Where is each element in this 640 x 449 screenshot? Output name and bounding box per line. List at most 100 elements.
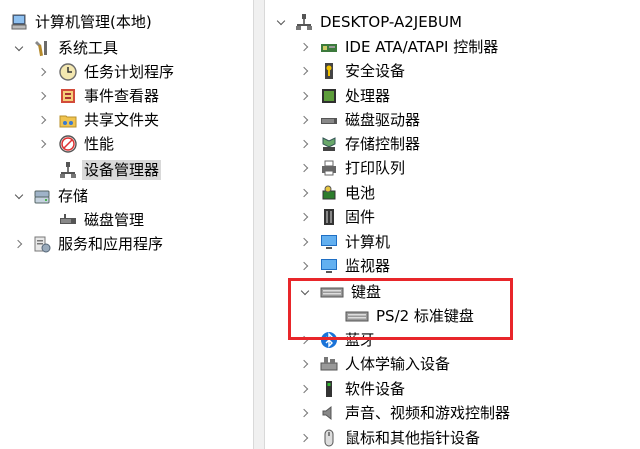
tree-label: IDE ATA/ATAPI 控制器: [345, 38, 499, 56]
chevron-right-icon[interactable]: [13, 232, 25, 256]
tree-item-shared-folders[interactable]: 共享文件夹: [0, 108, 161, 132]
chevron-right-icon[interactable]: [299, 401, 311, 425]
device-category-ide[interactable]: IDE ATA/ATAPI 控制器: [265, 35, 500, 59]
chevron-right-icon[interactable]: [37, 108, 49, 132]
chevron-right-icon[interactable]: [299, 181, 311, 205]
chevron-down-icon[interactable]: [275, 10, 287, 34]
tree-label: 磁盘驱动器: [345, 111, 421, 129]
tree-label: 计算机管理(本地): [35, 13, 152, 31]
tree-item-storage[interactable]: 存储: [0, 184, 90, 208]
device-root[interactable]: DESKTOP-A2JEBUM: [265, 10, 464, 34]
device-category-hid[interactable]: 人体学输入设备: [265, 352, 452, 376]
computer-icon: [295, 13, 313, 31]
tree-label: 存储控制器: [345, 135, 421, 153]
tree-item-performance[interactable]: 性能: [0, 132, 116, 156]
tree-label: 服务和应用程序: [58, 235, 164, 253]
tree-label: DESKTOP-A2JEBUM: [320, 13, 462, 31]
tree-label: 处理器: [345, 87, 391, 105]
storage-controller-icon: [320, 135, 338, 153]
chevron-down-icon[interactable]: [13, 36, 25, 60]
tree-label-selected: 设备管理器: [82, 160, 162, 180]
services-icon: [33, 235, 51, 253]
chevron-down-icon[interactable]: [13, 184, 25, 208]
pane-splitter[interactable]: [253, 0, 265, 449]
hid-icon: [320, 355, 338, 373]
console-tree-pane: 计算机管理(本地) 系统工具 任务计划程序 事件查看器 共享文件夹 性能 设备管…: [0, 0, 253, 449]
pc-icon: [320, 233, 338, 251]
processor-icon: [320, 87, 338, 105]
chevron-right-icon[interactable]: [299, 108, 311, 132]
tree-label: 电池: [345, 184, 376, 202]
chevron-right-icon[interactable]: [299, 59, 311, 83]
device-category-processor[interactable]: 处理器: [265, 84, 392, 108]
storage-icon: [33, 187, 51, 205]
device-manager-icon: [59, 161, 77, 179]
chevron-right-icon[interactable]: [37, 132, 49, 156]
security-device-icon: [320, 62, 338, 80]
device-category-security[interactable]: 安全设备: [265, 59, 407, 83]
disk-drive-icon: [320, 111, 338, 129]
tree-label: 鼠标和其他指针设备: [345, 429, 481, 447]
tree-label: 事件查看器: [84, 87, 160, 105]
tree-label: 监视器: [345, 257, 391, 275]
tree-label: 磁盘管理: [84, 211, 145, 229]
tree-label: 固件: [345, 208, 376, 226]
performance-icon: [59, 135, 77, 153]
chevron-right-icon[interactable]: [299, 84, 311, 108]
event-viewer-icon: [59, 87, 77, 105]
shared-folder-icon: [59, 111, 77, 129]
tree-label: 系统工具: [58, 39, 119, 57]
chevron-right-icon[interactable]: [299, 205, 311, 229]
tree-label: 软件设备: [345, 380, 406, 398]
software-device-icon: [320, 380, 338, 398]
device-category-print-queue[interactable]: 打印队列: [265, 156, 407, 180]
tools-icon: [33, 39, 51, 57]
device-category-software[interactable]: 软件设备: [265, 377, 407, 401]
computer-management-icon: [10, 13, 28, 31]
tree-item-disk-management[interactable]: 磁盘管理: [0, 208, 146, 232]
chevron-right-icon[interactable]: [299, 352, 311, 376]
tree-item-event-viewer[interactable]: 事件查看器: [0, 84, 161, 108]
tree-label: 安全设备: [345, 62, 406, 80]
annotation-highlight-box: [288, 278, 513, 340]
tree-item-device-manager[interactable]: 设备管理器: [0, 158, 162, 182]
tree-label: 存储: [58, 187, 89, 205]
tree-label: 计算机: [345, 233, 391, 251]
chevron-right-icon[interactable]: [37, 60, 49, 84]
device-category-firmware[interactable]: 固件: [265, 205, 377, 229]
chevron-right-icon[interactable]: [37, 84, 49, 108]
chevron-right-icon[interactable]: [299, 377, 311, 401]
firmware-icon: [320, 208, 338, 226]
monitor-icon: [320, 257, 338, 275]
printer-icon: [320, 159, 338, 177]
tree-label: 共享文件夹: [84, 111, 160, 129]
chevron-right-icon[interactable]: [299, 35, 311, 59]
device-category-storage-controllers[interactable]: 存储控制器: [265, 132, 422, 156]
tree-item-services-apps[interactable]: 服务和应用程序: [0, 232, 165, 256]
tree-label: 性能: [84, 135, 115, 153]
chevron-right-icon[interactable]: [299, 230, 311, 254]
tree-label: 声音、视频和游戏控制器: [345, 404, 511, 422]
chevron-right-icon[interactable]: [299, 156, 311, 180]
device-category-disk-drives[interactable]: 磁盘驱动器: [265, 108, 422, 132]
speaker-icon: [320, 404, 338, 422]
tree-label: 打印队列: [345, 159, 406, 177]
device-category-monitor[interactable]: 监视器: [265, 254, 392, 278]
chevron-right-icon[interactable]: [299, 132, 311, 156]
battery-icon: [320, 184, 338, 202]
clock-icon: [59, 63, 77, 81]
device-category-battery[interactable]: 电池: [265, 181, 377, 205]
device-tree-pane: DESKTOP-A2JEBUM IDE ATA/ATAPI 控制器 安全设备 处…: [265, 0, 640, 449]
mouse-icon: [320, 429, 338, 447]
tree-label: 任务计划程序: [84, 63, 175, 81]
device-category-mice[interactable]: 鼠标和其他指针设备: [265, 426, 482, 449]
device-category-computer[interactable]: 计算机: [265, 230, 392, 254]
tree-item-computer-management[interactable]: 计算机管理(本地): [0, 10, 154, 34]
chevron-right-icon[interactable]: [299, 254, 311, 278]
chevron-right-icon[interactable]: [299, 426, 311, 449]
tree-label: 人体学输入设备: [345, 355, 451, 373]
device-category-sound[interactable]: 声音、视频和游戏控制器: [265, 401, 512, 425]
tree-item-system-tools[interactable]: 系统工具: [0, 36, 120, 60]
tree-item-task-scheduler[interactable]: 任务计划程序: [0, 60, 176, 84]
ide-controller-icon: [320, 38, 338, 56]
